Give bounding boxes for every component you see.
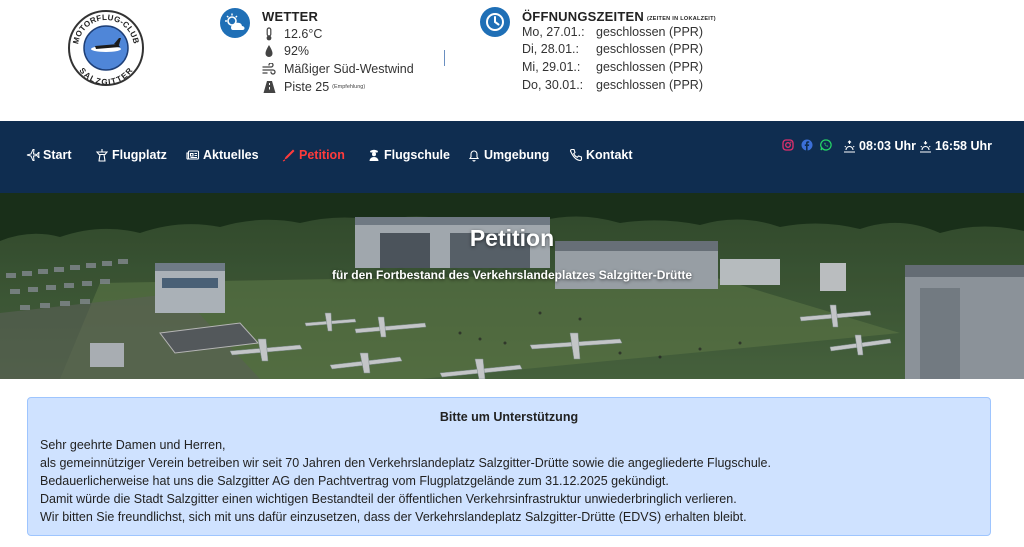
top-header: MOTORFLUG-CLUB SALZGITTER WETTER 12.6°C … [0, 0, 1024, 121]
nav-item-flugschule[interactable]: Flugschule [367, 146, 450, 164]
phone-icon [569, 148, 583, 162]
hours-row: Mo, 27.01.: geschlossen (PPR) [522, 25, 703, 39]
hours-row: Mi, 29.01.: geschlossen (PPR) [522, 60, 703, 74]
hours-title: ÖFFNUNGSZEITEN (ZEITEN IN LOKALZEIT) [522, 9, 716, 24]
weather-icon [220, 8, 250, 38]
droplet-icon [262, 44, 276, 58]
nav-item-petition[interactable]: Petition [282, 146, 345, 164]
header-divider [444, 50, 445, 66]
nav-item-kontakt[interactable]: Kontakt [569, 146, 633, 164]
club-logo[interactable]: MOTORFLUG-CLUB SALZGITTER [66, 8, 146, 88]
support-notice: Bitte um Unterstützung Sehr geehrte Dame… [27, 397, 991, 536]
hours-row: Do, 30.01.: geschlossen (PPR) [522, 78, 703, 92]
clock-icon [480, 7, 510, 37]
nav-item-flugplatz[interactable]: Flugplatz [95, 146, 167, 164]
facebook-icon[interactable] [801, 139, 813, 151]
page-subtitle: für den Fortbestand des Verkehrslandepla… [331, 268, 693, 282]
notice-line: Sehr geehrte Damen und Herren, [40, 438, 226, 452]
notice-line: Wir bitten Sie freundlichst, sich mit un… [40, 510, 747, 524]
bell-icon [467, 148, 481, 162]
sunrise-time: 08:03 Uhr [843, 138, 916, 154]
weather-temperature: 12.6°C [262, 25, 322, 42]
weather-title: WETTER [262, 9, 319, 24]
thermometer-icon [262, 26, 276, 41]
weather-runway: Piste 25 (Empfehlung) [262, 78, 365, 95]
page-title: Petition [469, 225, 555, 251]
notice-line: Bedauerlicherweise hat uns die Salzgitte… [40, 474, 669, 488]
instagram-icon[interactable] [782, 139, 794, 151]
notice-heading: Bitte um Unterstützung [439, 410, 579, 424]
nav-item-umgebung[interactable]: Umgebung [467, 146, 549, 164]
road-icon [262, 80, 276, 94]
sunset-icon [920, 140, 931, 153]
whatsapp-icon[interactable] [820, 139, 832, 151]
sunset-time: 16:58 Uhr [919, 138, 992, 154]
hours-note: (ZEITEN IN LOKALZEIT) [646, 16, 716, 22]
wind-icon [262, 62, 276, 76]
sunrise-icon [844, 139, 855, 153]
newspaper-icon [186, 148, 200, 162]
airfield-photo [0, 193, 1024, 379]
weather-wind: Mäßiger Süd-Westwind [262, 60, 414, 77]
main-nav: Start Flugplatz Aktuelles Petition Flugs… [0, 121, 1024, 193]
pen-icon [282, 148, 296, 162]
pilot-icon [367, 148, 381, 162]
hero-banner [0, 193, 1024, 379]
notice-line: als gemeinnütziger Verein betreiben wir … [40, 456, 771, 470]
weather-humidity: 92% [262, 42, 309, 59]
hours-row: Di, 28.01.: geschlossen (PPR) [522, 42, 703, 56]
tower-icon [95, 148, 109, 162]
plane-icon [26, 148, 40, 162]
runway-note: (Empfehlung) [332, 83, 366, 90]
nav-item-aktuelles[interactable]: Aktuelles [186, 146, 259, 164]
nav-item-start[interactable]: Start [26, 146, 71, 164]
notice-line: Damit würde die Stadt Salzgitter einen w… [40, 492, 737, 506]
